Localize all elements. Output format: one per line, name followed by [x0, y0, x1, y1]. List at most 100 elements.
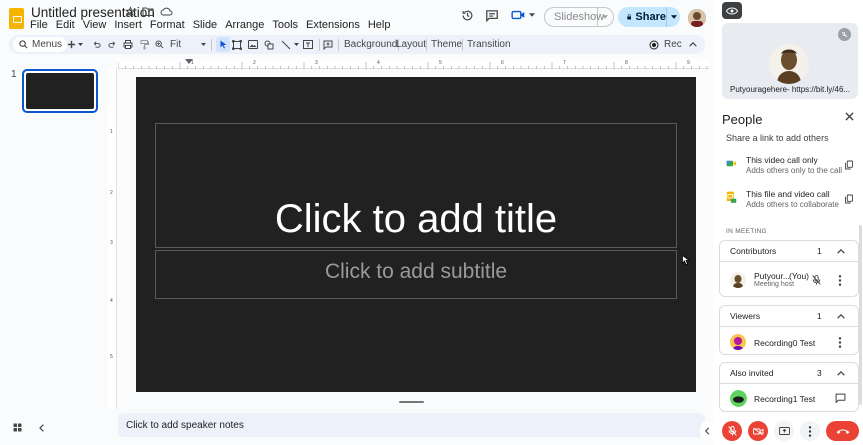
slide-canvas[interactable]: Click to add title Click to add subtitle: [136, 77, 696, 392]
participant-name: Recording0 Test: [754, 338, 816, 348]
slide-thumbnail[interactable]: [22, 69, 98, 113]
version-history-icon[interactable]: [461, 9, 474, 22]
record-button[interactable]: Rec: [649, 35, 682, 54]
leave-call-button[interactable]: [826, 421, 859, 441]
undo-button[interactable]: [92, 35, 101, 54]
menu-format[interactable]: Format: [150, 19, 185, 31]
camera-toggle-button[interactable]: [748, 421, 768, 441]
option-video-call-title[interactable]: This video call only: [746, 155, 818, 165]
mic-off-icon[interactable]: [812, 275, 821, 285]
collapse-panel-button[interactable]: [700, 421, 714, 441]
collapse-filmstrip-icon[interactable]: [39, 424, 45, 432]
plus-icon: [67, 40, 76, 49]
chevron-down-icon[interactable]: [602, 15, 608, 19]
undo-icon: [93, 41, 101, 48]
camera-off-icon: [752, 427, 763, 435]
line-button[interactable]: [281, 35, 299, 54]
chat-icon[interactable]: [835, 393, 846, 403]
participant-row[interactable]: Recording1 Test: [720, 387, 858, 411]
more-options-icon[interactable]: [838, 275, 842, 286]
menu-extensions[interactable]: Extensions: [306, 19, 360, 31]
menu-help[interactable]: Help: [368, 19, 391, 31]
panel-scrollbar[interactable]: [859, 225, 862, 405]
subtitle-placeholder[interactable]: Click to add subtitle: [155, 250, 677, 299]
share-button[interactable]: Share: [618, 7, 680, 27]
contributors-header[interactable]: Contributors 1: [720, 241, 858, 261]
menu-file[interactable]: File: [30, 19, 48, 31]
people-heading: People: [722, 112, 763, 127]
star-icon[interactable]: [125, 6, 136, 17]
grid-view-icon[interactable]: [13, 423, 22, 432]
mic-toggle-button[interactable]: [722, 421, 742, 441]
move-folder-icon[interactable]: [142, 6, 154, 17]
present-button[interactable]: [774, 421, 794, 441]
more-call-options-button[interactable]: [800, 421, 820, 441]
collapse-toolbar-button[interactable]: [689, 35, 697, 54]
notes-resize-handle[interactable]: [399, 401, 424, 403]
option-file-call-subtitle: Adds others to collaborate: [746, 200, 839, 209]
menu-tools[interactable]: Tools: [272, 19, 298, 31]
slides-logo-icon[interactable]: [9, 8, 24, 29]
participant-name: Putyour...: [754, 271, 790, 281]
insert-comment-button[interactable]: [323, 35, 333, 54]
copy-icon[interactable]: [845, 194, 853, 204]
divider: [462, 39, 463, 51]
chevron-down-icon[interactable]: [671, 15, 677, 19]
menu-arrange[interactable]: Arrange: [225, 19, 264, 31]
theme-button[interactable]: Theme: [431, 35, 462, 54]
speaker-notes[interactable]: Click to add speaker notes: [118, 413, 705, 437]
participant-row[interactable]: Recording0 Test: [720, 330, 858, 354]
more-options-icon[interactable]: [838, 337, 842, 348]
visibility-toggle[interactable]: [722, 2, 742, 19]
menu-slide[interactable]: Slide: [193, 19, 217, 31]
viewers-header[interactable]: Viewers 1: [720, 306, 858, 326]
text-box-button[interactable]: [303, 35, 313, 54]
participant-avatar: [769, 44, 809, 84]
hang-up-icon: [836, 428, 849, 434]
comment-history-icon[interactable]: [485, 9, 499, 22]
chevron-down-icon: [201, 43, 207, 46]
chevron-up-icon: [837, 313, 845, 319]
ruler-number: 4: [377, 60, 380, 66]
ruler-number: 7: [563, 60, 566, 66]
copy-icon[interactable]: [845, 160, 853, 170]
insert-image-button[interactable]: [248, 35, 258, 54]
zoom-select[interactable]: Fit: [155, 35, 207, 54]
select-frame-tool[interactable]: [232, 35, 242, 54]
participant-tile-name: Putyouragehere- https://bit.ly/46...: [730, 85, 851, 94]
title-placeholder[interactable]: Click to add title: [155, 123, 677, 248]
cloud-saved-icon[interactable]: [160, 6, 173, 17]
slide-number: 1: [11, 69, 17, 80]
slideshow-button[interactable]: Slideshow: [544, 7, 614, 27]
redo-button[interactable]: [108, 35, 117, 54]
ruler-number: 9: [687, 60, 690, 66]
mic-off-icon: [727, 426, 737, 436]
close-icon[interactable]: [845, 112, 854, 121]
also-invited-header[interactable]: Also invited 3: [720, 363, 858, 383]
search-menus[interactable]: Menus: [13, 37, 67, 52]
transition-button[interactable]: Transition: [467, 35, 511, 54]
chevron-up-icon: [837, 370, 845, 376]
participant-row[interactable]: Putyour... (You) Meeting host: [720, 265, 858, 295]
shape-button[interactable]: [264, 35, 274, 54]
print-button[interactable]: [123, 35, 133, 54]
menu-edit[interactable]: Edit: [56, 19, 75, 31]
record-icon: [649, 40, 659, 49]
paint-format-button[interactable]: [140, 35, 149, 54]
select-tool[interactable]: [216, 37, 230, 52]
meet-button[interactable]: [511, 9, 535, 21]
layout-button[interactable]: Layout: [396, 35, 426, 54]
account-avatar[interactable]: [688, 9, 706, 27]
divider: [211, 39, 212, 51]
vertical-ruler[interactable]: 1 2 3 4 5: [108, 69, 117, 409]
option-file-call-title[interactable]: This file and video call: [746, 189, 830, 199]
horizontal-ruler[interactable]: 1 2 3 4 5 6 7 8 9: [118, 59, 743, 69]
menu-insert[interactable]: Insert: [114, 19, 142, 31]
participant-name: Recording1 Test: [754, 394, 816, 404]
mouse-cursor-icon: [682, 255, 689, 265]
background-button[interactable]: Background: [344, 35, 397, 54]
text-box-icon: [303, 40, 313, 49]
menu-view[interactable]: View: [83, 19, 107, 31]
share-label: Share: [635, 11, 666, 23]
new-slide-button[interactable]: [67, 35, 83, 54]
